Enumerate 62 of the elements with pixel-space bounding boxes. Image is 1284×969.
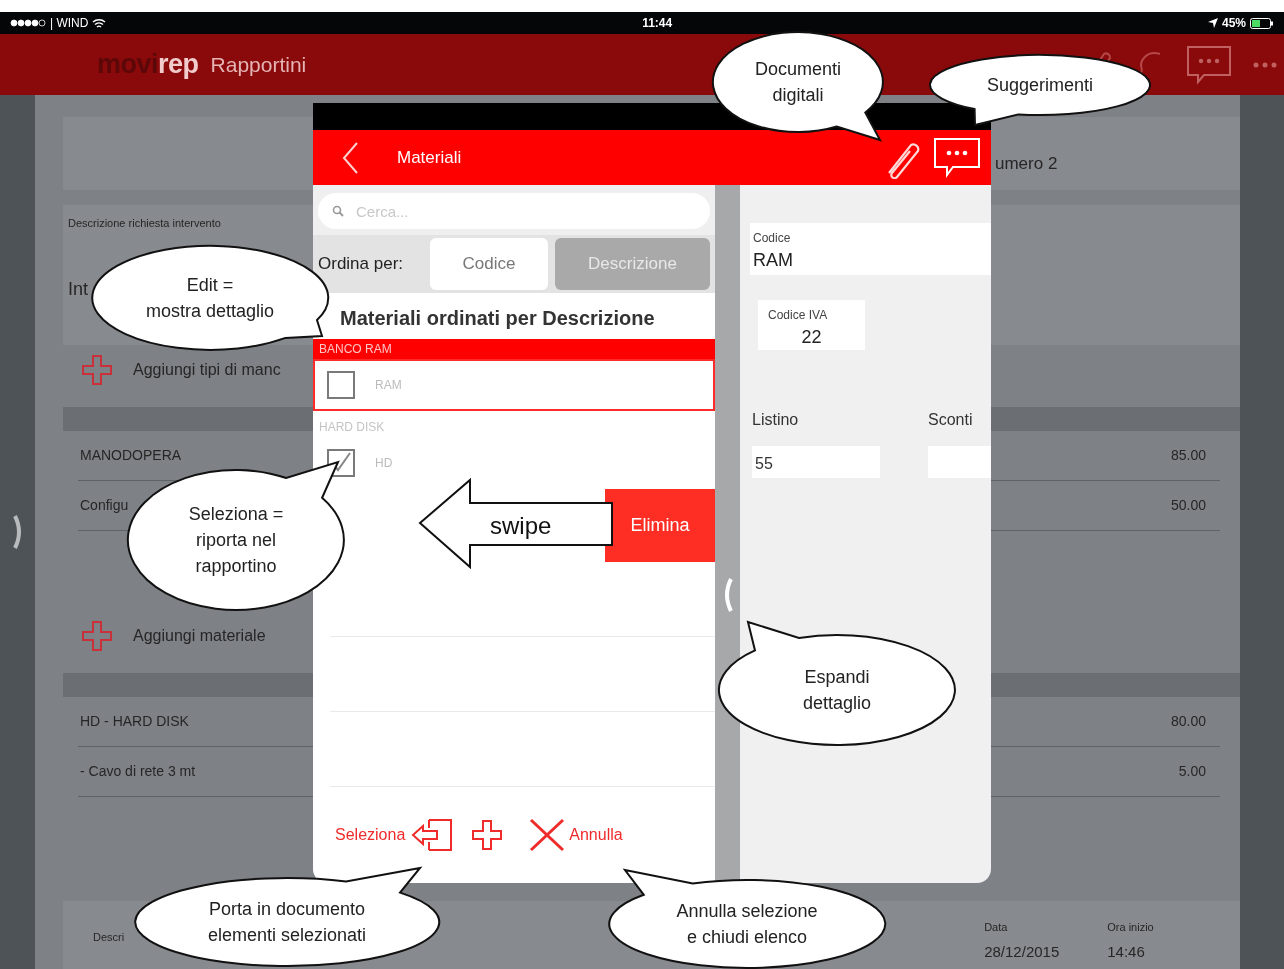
table-cell-text: 85.00 — [1170, 446, 1206, 465]
sort-label: Ordina per: — [318, 253, 405, 276]
field-value: Int — [68, 277, 88, 301]
sort-tab[interactable]: Codice — [430, 238, 548, 290]
table-cell-text: MANODOPERA — [80, 446, 182, 465]
search-icon — [332, 205, 344, 217]
callout-text: Porta in documento elementi selezionati — [207, 897, 367, 947]
item-label: HD — [375, 455, 393, 472]
field-label: Descri — [93, 930, 125, 945]
plus-icon[interactable] — [471, 819, 504, 851]
table-cell-text: - Cavo di rete 3 mt — [80, 762, 196, 781]
discount-field[interactable] — [928, 446, 991, 478]
field-value: 14:46 — [1107, 941, 1146, 962]
list-title: Materiali ordinati per Descrizione — [339, 306, 656, 331]
battery-icon — [1250, 17, 1274, 29]
signal-icon — [10, 19, 46, 27]
close-icon — [529, 818, 566, 852]
field-value: RAM — [753, 249, 794, 272]
price-field[interactable]: 55 — [752, 446, 880, 478]
carrier-name: | WIND — [50, 15, 89, 32]
callout-text: Edit = mostra dettaglio — [145, 273, 275, 323]
chat-icon[interactable] — [1186, 44, 1232, 85]
swipe-label: swipe — [490, 511, 552, 541]
battery-percent: 45% — [1221, 15, 1246, 32]
clock-time: 11:44 — [642, 16, 673, 30]
field-label: Descrizione richiesta intervento — [68, 216, 222, 231]
app-title: Rapportini — [210, 51, 307, 78]
cancel-button[interactable]: Annulla — [529, 818, 623, 852]
dialog-title: Materiali — [397, 146, 462, 169]
add-link[interactable]: Aggiungi materiale — [133, 623, 266, 648]
field-label: Codice — [753, 230, 792, 247]
table-cell-text: Configu — [80, 496, 129, 515]
field-label: Listino — [752, 410, 800, 430]
select-button[interactable]: Seleziona — [335, 817, 458, 853]
add-link[interactable]: Aggiungi tipi di manc — [133, 357, 281, 382]
vat-field[interactable]: Codice IVA 22 — [758, 300, 865, 350]
table-cell-text: HD - HARD DISK — [80, 712, 189, 731]
wifi-icon — [92, 17, 107, 29]
table-cell-text: 80.00 — [1170, 712, 1206, 731]
table-cell-text: 5.00 — [1178, 762, 1206, 781]
callout-text: Annulla selezione e chiudi elenco — [676, 899, 818, 949]
chevron-right-icon[interactable] — [11, 514, 24, 550]
field-label: Data — [984, 921, 1008, 933]
more-icon[interactable] — [1252, 60, 1278, 69]
field-label: Sconti — [928, 410, 974, 430]
item-label: RAM — [375, 377, 402, 394]
code-field[interactable]: Codice RAM — [750, 223, 991, 275]
callout-text: Suggerimenti — [986, 73, 1094, 97]
delete-button[interactable]: Elimina — [605, 489, 715, 562]
callout-text: Seleziona = riporta nel rapportino — [188, 502, 284, 579]
field-label: Codice IVA — [768, 307, 829, 324]
callout-text: Documenti digitali — [754, 57, 841, 107]
back-icon[interactable] — [341, 140, 359, 175]
field-value: 28/12/2015 — [984, 941, 1060, 962]
group-header: BANCO RAM — [313, 339, 715, 359]
field-value: 22 — [800, 326, 823, 349]
location-arrow-icon — [1207, 18, 1218, 28]
callout-text: Espandi dettaglio — [802, 665, 872, 715]
field-label: Ora inizio — [1107, 921, 1154, 933]
checkbox[interactable] — [327, 371, 355, 399]
table-cell-text: 50.00 — [1170, 496, 1206, 515]
header-text: umero 2 — [995, 152, 1058, 175]
